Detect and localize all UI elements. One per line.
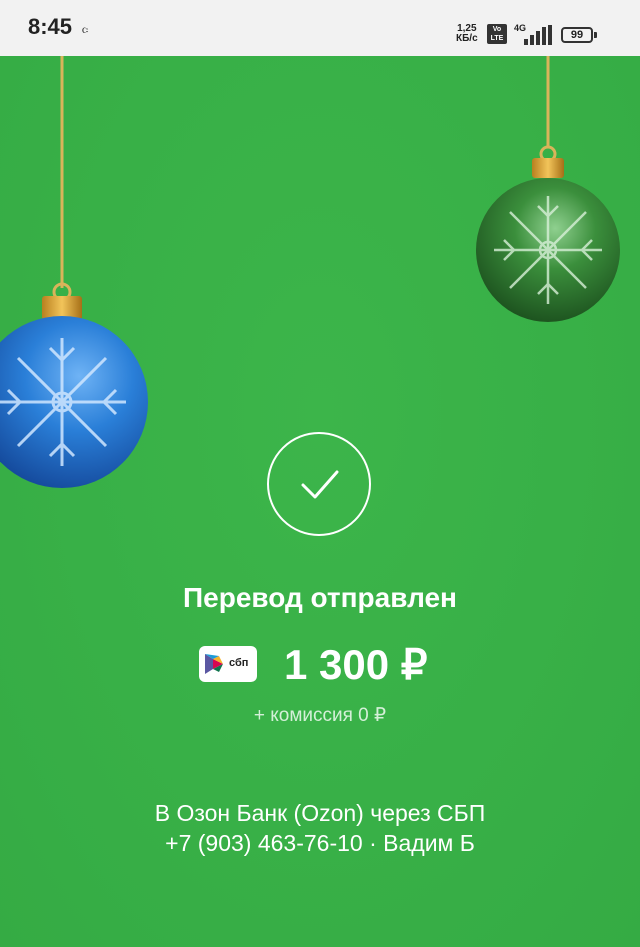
volte-icon: Vo LTE (487, 24, 507, 44)
recipient-info: В Озон Банк (Ozon) через СБП +7 (903) 46… (0, 798, 640, 858)
commission-text: + комиссия 0 ₽ (253, 705, 387, 726)
network-speed-unit: КБ/с (456, 33, 478, 44)
signal-icon (524, 25, 552, 45)
battery-icon: 99 (561, 27, 597, 43)
blue-ornament-decoration (0, 56, 148, 488)
status-bar: 8:45 ꮸ 1,25 КБ/с Vo LTE 4G 99 (0, 0, 640, 56)
status-time: 8:45 (28, 14, 73, 39)
green-ornament-decoration (476, 56, 620, 322)
sbp-badge: сбп (199, 646, 257, 682)
transfer-status-title: Перевод отправлен (183, 582, 457, 613)
success-check-circle (267, 432, 371, 536)
sbp-label: сбп (229, 657, 249, 669)
volte-top: Vo (492, 26, 502, 33)
notification-icon: ꮸ (82, 22, 89, 36)
sbp-logo-icon (205, 654, 223, 674)
checkmark-icon (301, 470, 339, 499)
network-speed: 1,25 КБ/с (456, 24, 478, 44)
transfer-success-screen: Перевод отправлен сбп 1 300 ₽ + комиссия… (0, 56, 640, 947)
recipient-bank: В Озон Банк (Ozon) через СБП (154, 800, 486, 826)
volte-bottom: LTE (490, 35, 504, 42)
transfer-amount: 1 300 ₽ (284, 641, 428, 688)
recipient-details: +7 (903) 463-76-10 · Вадим Б (165, 830, 475, 856)
